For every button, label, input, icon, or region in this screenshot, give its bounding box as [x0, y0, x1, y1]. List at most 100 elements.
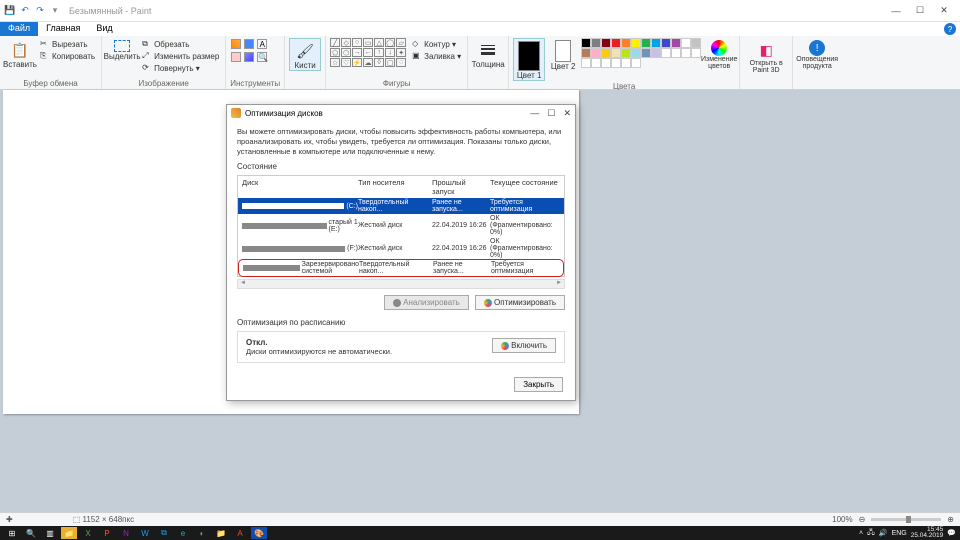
palette-swatch[interactable]: [681, 38, 691, 48]
brushes-button[interactable]: 🖌 Кисти: [289, 38, 321, 71]
palette-empty[interactable]: [621, 58, 631, 68]
palette-empty[interactable]: [681, 48, 691, 58]
palette-swatch[interactable]: [631, 38, 641, 48]
color2-button[interactable]: Цвет 2: [547, 38, 579, 71]
taskbar-app[interactable]: A: [232, 527, 248, 539]
taskbar-app[interactable]: N: [118, 527, 134, 539]
palette-swatch[interactable]: [581, 48, 591, 58]
palette-swatch[interactable]: [651, 38, 661, 48]
resize-button[interactable]: ⤢Изменить размер: [140, 50, 221, 62]
palette-empty[interactable]: [661, 48, 671, 58]
close-dialog-button[interactable]: Закрыть: [514, 377, 563, 392]
taskbar-app[interactable]: 🎨: [251, 527, 267, 539]
palette-swatch[interactable]: [641, 38, 651, 48]
size-button[interactable]: Толщина: [472, 38, 504, 69]
close-button[interactable]: ✕: [932, 4, 956, 18]
picker-tool[interactable]: [244, 52, 254, 62]
tab-file[interactable]: Файл: [0, 22, 38, 36]
qat-dropdown-icon[interactable]: ▾: [49, 5, 61, 17]
save-icon[interactable]: 💾: [4, 5, 16, 17]
zoom-tool[interactable]: 🔍: [257, 52, 267, 62]
analyze-button[interactable]: Анализировать: [384, 295, 469, 310]
text-tool[interactable]: A: [257, 39, 267, 49]
shapes-gallery[interactable]: ╱◇○▭△◯▱ ⬠⬡→←↑↓✦ ☆♡⚡☁◊▢◌: [330, 38, 408, 67]
taskbar-app[interactable]: e: [175, 527, 191, 539]
palette-empty[interactable]: [631, 58, 641, 68]
optimize-button[interactable]: Оптимизировать: [475, 295, 565, 310]
palette-swatch[interactable]: [671, 38, 681, 48]
zoom-out-button[interactable]: ⊖: [859, 515, 866, 524]
select-button[interactable]: Выделить: [106, 38, 138, 61]
start-button[interactable]: ⊞: [4, 527, 20, 539]
palette-empty[interactable]: [611, 58, 621, 68]
clock[interactable]: 15:45 25.04.2019: [911, 527, 944, 540]
minimize-button[interactable]: —: [884, 4, 908, 18]
network-icon[interactable]: 🖧: [867, 528, 875, 539]
copy-button[interactable]: ⎘Копировать: [38, 50, 97, 62]
palette-swatch[interactable]: [691, 38, 701, 48]
taskbar-app[interactable]: 📁: [213, 527, 229, 539]
palette-swatch[interactable]: [601, 38, 611, 48]
edit-colors-button[interactable]: Изменение цветов: [703, 38, 735, 70]
palette-empty[interactable]: [601, 58, 611, 68]
table-row[interactable]: (F:)Жесткий диск22.04.2019 16:26ОК (Фраг…: [238, 237, 564, 260]
fill-tool[interactable]: [244, 39, 254, 49]
palette-swatch[interactable]: [641, 48, 651, 58]
palette-empty[interactable]: [591, 58, 601, 68]
language-indicator[interactable]: ENG: [892, 530, 907, 537]
palette-swatch[interactable]: [591, 48, 601, 58]
palette-swatch[interactable]: [631, 48, 641, 58]
task-view-button[interactable]: ▥: [42, 527, 58, 539]
zoom-in-button[interactable]: ⊕: [947, 515, 954, 524]
taskbar-app[interactable]: W: [137, 527, 153, 539]
zoom-slider[interactable]: [871, 518, 941, 521]
palette-swatch[interactable]: [611, 38, 621, 48]
palette-swatch[interactable]: [611, 48, 621, 58]
taskbar-app[interactable]: ⧉: [156, 527, 172, 539]
palette-swatch[interactable]: [661, 38, 671, 48]
rotate-button[interactable]: ⟳Повернуть ▾: [140, 62, 221, 74]
table-row[interactable]: Зарезервировано системойТвердотельный на…: [238, 259, 564, 277]
help-icon[interactable]: ?: [944, 23, 956, 35]
alerts-button[interactable]: ! Оповещения продукта: [797, 38, 837, 70]
palette-swatch[interactable]: [651, 48, 661, 58]
table-row[interactable]: старый 1 (E:)Жесткий диск22.04.2019 16:2…: [238, 214, 564, 237]
outline-button[interactable]: ◇Контур ▾: [410, 38, 463, 50]
enable-schedule-button[interactable]: Включить: [492, 338, 556, 353]
fill-button[interactable]: ▣Заливка ▾: [410, 50, 463, 62]
palette-swatch[interactable]: [621, 48, 631, 58]
maximize-button[interactable]: ☐: [908, 4, 932, 18]
table-row[interactable]: (C:)Твердотельный накоп...Ранее не запус…: [238, 198, 564, 214]
search-button[interactable]: 🔍: [23, 527, 39, 539]
taskbar-app[interactable]: ◐: [194, 527, 210, 539]
volume-icon[interactable]: 🔊: [879, 529, 888, 537]
tab-home[interactable]: Главная: [38, 22, 88, 36]
paste-button[interactable]: 📋 Вставить: [4, 38, 36, 69]
tab-view[interactable]: Вид: [88, 22, 120, 36]
taskbar-app[interactable]: P: [99, 527, 115, 539]
redo-icon[interactable]: ↷: [34, 5, 46, 17]
dialog-minimize-button[interactable]: —: [530, 108, 539, 119]
notifications-icon[interactable]: 💬: [947, 529, 956, 537]
eraser-tool[interactable]: [231, 52, 241, 62]
taskbar-app[interactable]: X: [80, 527, 96, 539]
palette-swatch[interactable]: [601, 48, 611, 58]
dialog-close-button[interactable]: ✕: [563, 108, 571, 119]
crop-button[interactable]: ⧉Обрезать: [140, 38, 221, 50]
palette-empty[interactable]: [581, 58, 591, 68]
palette-swatch[interactable]: [581, 38, 591, 48]
dialog-maximize-button[interactable]: ☐: [547, 108, 555, 119]
taskbar-app[interactable]: 📁: [61, 527, 77, 539]
undo-icon[interactable]: ↶: [19, 5, 31, 17]
cut-button[interactable]: ✂Вырезать: [38, 38, 97, 50]
palette-empty[interactable]: [671, 48, 681, 58]
paint3d-button[interactable]: ◧ Открыть в Paint 3D: [744, 38, 788, 74]
pencil-tool[interactable]: [231, 39, 241, 49]
horizontal-scrollbar[interactable]: [237, 279, 565, 289]
palette-swatch[interactable]: [621, 38, 631, 48]
color1-button[interactable]: Цвет 1: [513, 38, 545, 81]
color-palette[interactable]: [581, 38, 701, 68]
tray-up-icon[interactable]: ˄: [859, 530, 863, 537]
outline-icon: ◇: [412, 39, 422, 49]
palette-swatch[interactable]: [591, 38, 601, 48]
